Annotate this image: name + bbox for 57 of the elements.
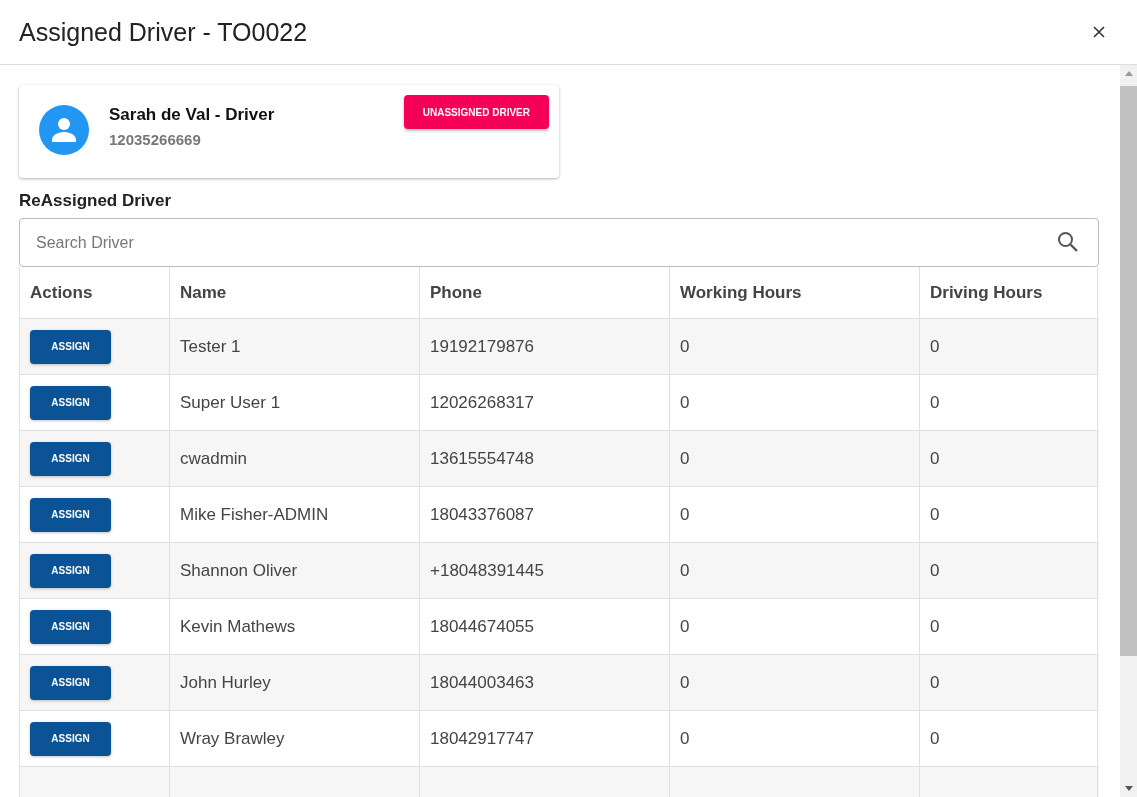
column-header: Working Hours [670, 267, 920, 318]
table-cell: Mike Fisher-ADMIN [170, 487, 420, 542]
assign-button[interactable]: ASSIGN [30, 609, 111, 644]
table-cell: John Hurley [170, 655, 420, 710]
table-cell: Tester 1 [170, 319, 420, 374]
table-cell: 18043376087 [420, 487, 670, 542]
search-icon[interactable] [1056, 230, 1080, 254]
assign-button[interactable]: ASSIGN [30, 497, 111, 532]
column-header: Actions [20, 267, 170, 318]
assign-button[interactable]: ASSIGN [30, 665, 111, 700]
table-cell: 0 [920, 319, 1098, 374]
table-cell: 18044003463 [420, 655, 670, 710]
table-cell: 13615554748 [420, 431, 670, 486]
table-cell: 0 [670, 711, 920, 766]
table-cell: 0 [670, 543, 920, 598]
assign-button[interactable]: ASSIGN [30, 721, 111, 756]
section-heading: ReAssigned Driver [19, 191, 173, 211]
table-cell: 18042917747 [420, 711, 670, 766]
table-cell: Shannon Oliver [170, 543, 420, 598]
dialog-title: Assigned Driver - TO0022 [19, 17, 308, 47]
table-cell: cwadmin [170, 431, 420, 486]
scrollbar-thumb[interactable] [1120, 86, 1137, 656]
scroll-down-icon[interactable] [1124, 786, 1133, 791]
table-cell: 0 [670, 375, 920, 430]
table-cell: 0 [920, 431, 1098, 486]
table-cell: 0 [920, 599, 1098, 654]
avatar-icon [39, 105, 89, 155]
table-cell: 0 [920, 375, 1098, 430]
table-cell: 19192179876 [420, 319, 670, 374]
table-cell: 0 [670, 319, 920, 374]
assign-button[interactable]: ASSIGN [30, 553, 111, 588]
assign-button[interactable]: ASSIGN [30, 329, 111, 364]
scrollbar[interactable] [1120, 65, 1137, 797]
table-cell: Kevin Mathews [170, 599, 420, 654]
column-header: Phone [420, 267, 670, 318]
table-cell: 0 [920, 543, 1098, 598]
table-cell: 0 [670, 655, 920, 710]
table-cell: 0 [920, 487, 1098, 542]
table-cell: 18044674055 [420, 599, 670, 654]
table-cell: 0 [920, 655, 1098, 710]
assign-button[interactable]: ASSIGN [30, 441, 111, 476]
close-icon[interactable] [1093, 26, 1105, 38]
column-header: Driving Hours [920, 267, 1098, 318]
table-cell: +18048391445 [420, 543, 670, 598]
table-cell: Super User 1 [170, 375, 420, 430]
search-field[interactable]: Search Driver [19, 218, 1099, 267]
table-cell: 12026268317 [420, 375, 670, 430]
table-cell: 0 [670, 487, 920, 542]
unassign-driver-button[interactable]: UNASSIGNED DRIVER [403, 95, 549, 129]
driver-phone: 12035266669 [109, 131, 202, 148]
table-cell: 0 [920, 711, 1098, 766]
assign-button[interactable]: ASSIGN [30, 385, 111, 420]
table-cell: Wray Brawley [170, 711, 420, 766]
column-header: Name [170, 267, 420, 318]
table-cell: 0 [670, 431, 920, 486]
driver-name: Sarah de Val - Driver [109, 105, 276, 125]
table-cell: 0 [670, 599, 920, 654]
